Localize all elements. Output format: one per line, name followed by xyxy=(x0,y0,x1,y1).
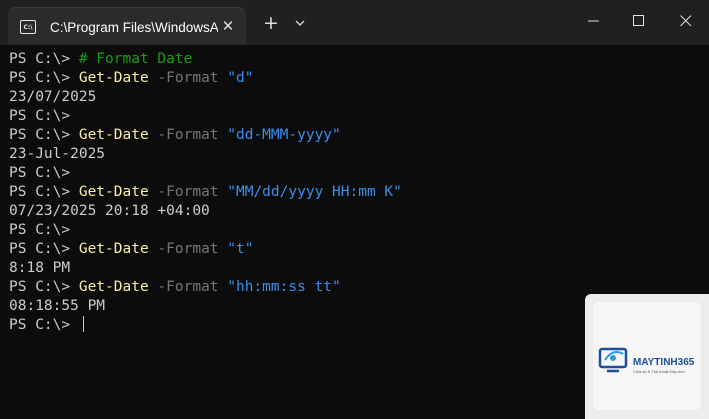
terminal-line: 23/07/2025 xyxy=(9,88,96,107)
close-window-button[interactable] xyxy=(663,0,709,42)
new-tab-button[interactable]: + xyxy=(260,12,282,34)
prompt: PS C:\> xyxy=(9,70,79,86)
close-icon xyxy=(680,15,692,27)
output: 23-Jul-2025 xyxy=(9,146,106,162)
terminal-icon-text: C:\ xyxy=(23,23,33,31)
prompt: PS C:\> xyxy=(9,317,79,333)
terminal-tab[interactable]: C:\ C:\Program Files\WindowsAp ✕ xyxy=(8,7,246,46)
argument: "MM/dd/yyyy HH:mm K" xyxy=(227,184,402,200)
close-tab-button[interactable]: ✕ xyxy=(218,16,238,36)
command: Get-Date xyxy=(78,241,149,257)
watermark-brand: MAYTINH365 xyxy=(633,357,695,368)
watermark-logo: MAYTINH365 Chia sẻ & Thủ thuật Máy tính xyxy=(585,294,709,419)
prompt: PS C:\> xyxy=(9,108,79,124)
output: 23/07/2025 xyxy=(9,89,97,105)
maximize-button[interactable] xyxy=(616,0,662,42)
minimize-button[interactable] xyxy=(571,0,617,42)
chevron-down-icon xyxy=(295,20,305,26)
prompt: PS C:\> xyxy=(9,241,79,257)
monitor-logo-icon xyxy=(598,347,628,373)
terminal-line: PS C:\> xyxy=(9,164,79,183)
maximize-icon xyxy=(633,15,644,26)
terminal-line: PS C:\> xyxy=(9,221,79,240)
terminal-line: PS C:\> Get-Date -Format "hh:mm:ss tt" xyxy=(9,278,341,297)
minimize-icon xyxy=(588,20,599,22)
title-bar: C:\ C:\Program Files\WindowsAp ✕ + xyxy=(0,0,709,46)
command: Get-Date xyxy=(78,279,149,295)
argument: "hh:mm:ss tt" xyxy=(227,279,341,295)
terminal-line: PS C:\> Get-Date -Format "d" xyxy=(9,69,253,88)
terminal-line: PS C:\> xyxy=(9,107,79,126)
terminal-icon: C:\ xyxy=(20,20,36,34)
terminal-line: PS C:\> Get-Date -Format "t" xyxy=(9,240,253,259)
parameter: -Format xyxy=(148,184,228,200)
text-cursor xyxy=(82,316,85,332)
terminal-line: PS C:\> Get-Date -Format "MM/dd/yyyy HH:… xyxy=(9,183,402,202)
argument: "d" xyxy=(227,70,254,86)
prompt: PS C:\> xyxy=(9,127,79,143)
comment: # Format Date xyxy=(78,51,193,67)
plus-icon: + xyxy=(263,12,279,34)
command: Get-Date xyxy=(78,184,149,200)
command: Get-Date xyxy=(78,127,149,143)
prompt: PS C:\> xyxy=(9,184,79,200)
prompt: PS C:\> xyxy=(9,165,79,181)
prompt: PS C:\> xyxy=(9,222,79,238)
prompt: PS C:\> xyxy=(9,51,79,67)
tab-title: C:\Program Files\WindowsAp xyxy=(50,19,218,35)
terminal-line: PS C:\> xyxy=(9,316,85,335)
terminal-line: PS C:\> # Format Date xyxy=(9,50,192,69)
output: 8:18 PM xyxy=(9,260,71,276)
close-icon: ✕ xyxy=(221,17,235,35)
command: Get-Date xyxy=(78,70,149,86)
prompt: PS C:\> xyxy=(9,279,79,295)
terminal-line: 23-Jul-2025 xyxy=(9,145,105,164)
parameter: -Format xyxy=(148,241,228,257)
output: 07/23/2025 20:18 +04:00 xyxy=(9,203,210,219)
argument: "dd-MMM-yyyy" xyxy=(227,127,341,143)
terminal-line: 07/23/2025 20:18 +04:00 xyxy=(9,202,210,221)
output: 08:18:55 PM xyxy=(9,298,106,314)
watermark-card: MAYTINH365 Chia sẻ & Thủ thuật Máy tính xyxy=(593,302,701,410)
terminal-line: 08:18:55 PM xyxy=(9,297,105,316)
terminal-line: 8:18 PM xyxy=(9,259,70,278)
parameter: -Format xyxy=(148,70,228,86)
parameter: -Format xyxy=(148,127,228,143)
tab-dropdown-button[interactable] xyxy=(290,12,310,34)
argument: "t" xyxy=(227,241,254,257)
parameter: -Format xyxy=(148,279,228,295)
terminal-line: PS C:\> Get-Date -Format "dd-MMM-yyyy" xyxy=(9,126,341,145)
watermark-tagline: Chia sẻ & Thủ thuật Máy tính xyxy=(633,369,685,374)
